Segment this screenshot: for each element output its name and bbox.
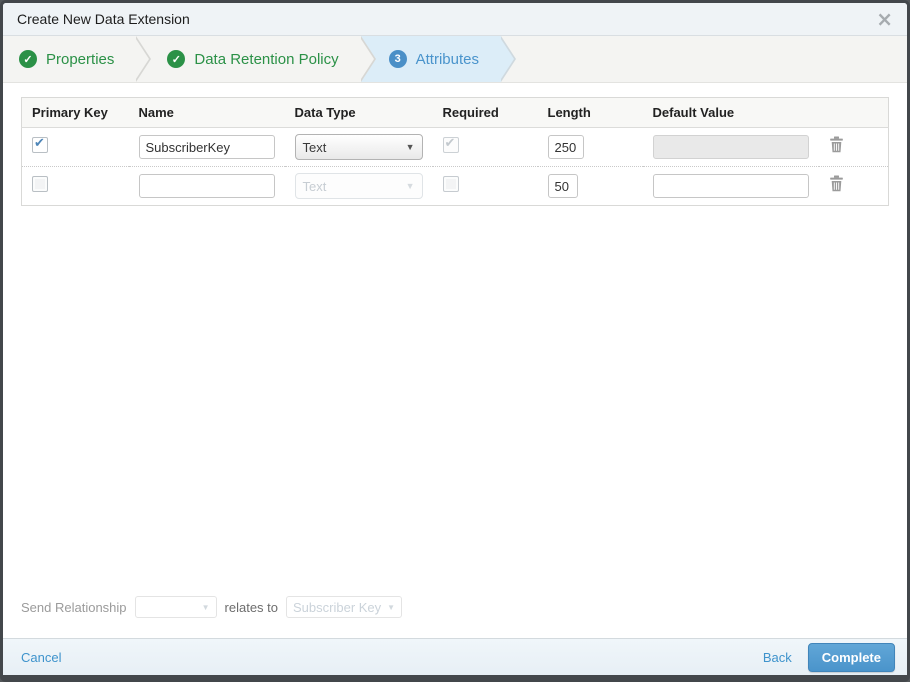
check-circle-icon: ✓ bbox=[19, 50, 37, 68]
trash-icon bbox=[829, 136, 843, 153]
dialog-title: Create New Data Extension bbox=[17, 11, 190, 27]
primary-key-checkbox[interactable] bbox=[32, 135, 48, 153]
header-actions bbox=[818, 97, 889, 128]
attributes-table: Primary Key Name Data Type Required Leng… bbox=[21, 97, 889, 206]
step-label: Properties bbox=[46, 50, 115, 68]
step-attributes[interactable]: 3 Attributes bbox=[360, 36, 501, 82]
primary-key-checkbox[interactable] bbox=[32, 175, 48, 192]
attribute-row: Text ▼ bbox=[21, 127, 889, 167]
step-separator bbox=[358, 36, 376, 82]
name-input[interactable] bbox=[138, 174, 275, 198]
step-data-retention-policy[interactable]: ✓ Data Retention Policy bbox=[151, 36, 360, 82]
caret-down-icon: ▼ bbox=[387, 602, 396, 612]
step-separator bbox=[499, 36, 516, 82]
relates-to-label: relates to bbox=[224, 599, 279, 615]
create-data-extension-dialog: Create New Data Extension × ✓ Properties… bbox=[0, 0, 910, 682]
header-length: Length bbox=[537, 97, 643, 128]
trash-icon bbox=[829, 175, 843, 192]
header-primary-key: Primary Key bbox=[21, 97, 129, 128]
step-separator bbox=[134, 36, 152, 82]
wizard-steps: ✓ Properties ✓ Data Retention Policy 3 A… bbox=[3, 36, 907, 83]
default-value-input[interactable] bbox=[652, 174, 809, 198]
subscriber-key-value: Subscriber Key bbox=[293, 599, 382, 615]
default-value-input bbox=[652, 135, 809, 159]
caret-down-icon: ▼ bbox=[405, 181, 415, 191]
header-required: Required bbox=[432, 97, 538, 128]
required-checkbox bbox=[442, 135, 459, 153]
data-type-value: Text bbox=[302, 139, 327, 155]
step-label: Data Retention Policy bbox=[194, 50, 339, 68]
step-number-badge: 3 bbox=[388, 50, 407, 68]
data-type-value: Text bbox=[302, 178, 327, 194]
send-relationship-field-select: ▼ bbox=[134, 596, 217, 618]
subscriber-key-select: Subscriber Key ▼ bbox=[286, 596, 403, 618]
length-input[interactable] bbox=[547, 174, 578, 198]
delete-row-button[interactable] bbox=[829, 136, 844, 158]
step-label: Attributes bbox=[415, 50, 479, 68]
send-relationship-label: Send Relationship bbox=[21, 599, 127, 615]
data-type-select[interactable]: Text ▼ bbox=[294, 134, 423, 160]
header-name: Name bbox=[128, 97, 285, 128]
complete-button[interactable]: Complete bbox=[807, 642, 895, 672]
name-input[interactable] bbox=[138, 135, 275, 159]
table-header-row: Primary Key Name Data Type Required Leng… bbox=[21, 97, 889, 128]
length-input[interactable] bbox=[547, 135, 584, 159]
header-data-type: Data Type bbox=[284, 97, 433, 128]
send-relationship-row: Send Relationship ▼ relates to Subscribe… bbox=[21, 596, 889, 628]
attribute-row: Text ▼ bbox=[22, 167, 889, 206]
step-properties[interactable]: ✓ Properties bbox=[3, 36, 136, 82]
required-checkbox bbox=[442, 175, 459, 192]
header-default-value: Default Value bbox=[642, 97, 819, 128]
dialog-footer: Cancel Back Complete bbox=[3, 638, 907, 675]
close-icon[interactable]: × bbox=[876, 9, 893, 29]
data-type-select: Text ▼ bbox=[294, 173, 423, 199]
caret-down-icon: ▼ bbox=[405, 142, 415, 152]
delete-row-button[interactable] bbox=[829, 175, 844, 197]
check-circle-icon: ✓ bbox=[167, 50, 186, 68]
caret-down-icon: ▼ bbox=[201, 602, 210, 612]
cancel-link[interactable]: Cancel bbox=[21, 650, 61, 665]
dialog-titlebar: Create New Data Extension × bbox=[3, 3, 907, 36]
back-link[interactable]: Back bbox=[763, 650, 792, 665]
dialog-content: Primary Key Name Data Type Required Leng… bbox=[3, 83, 907, 638]
